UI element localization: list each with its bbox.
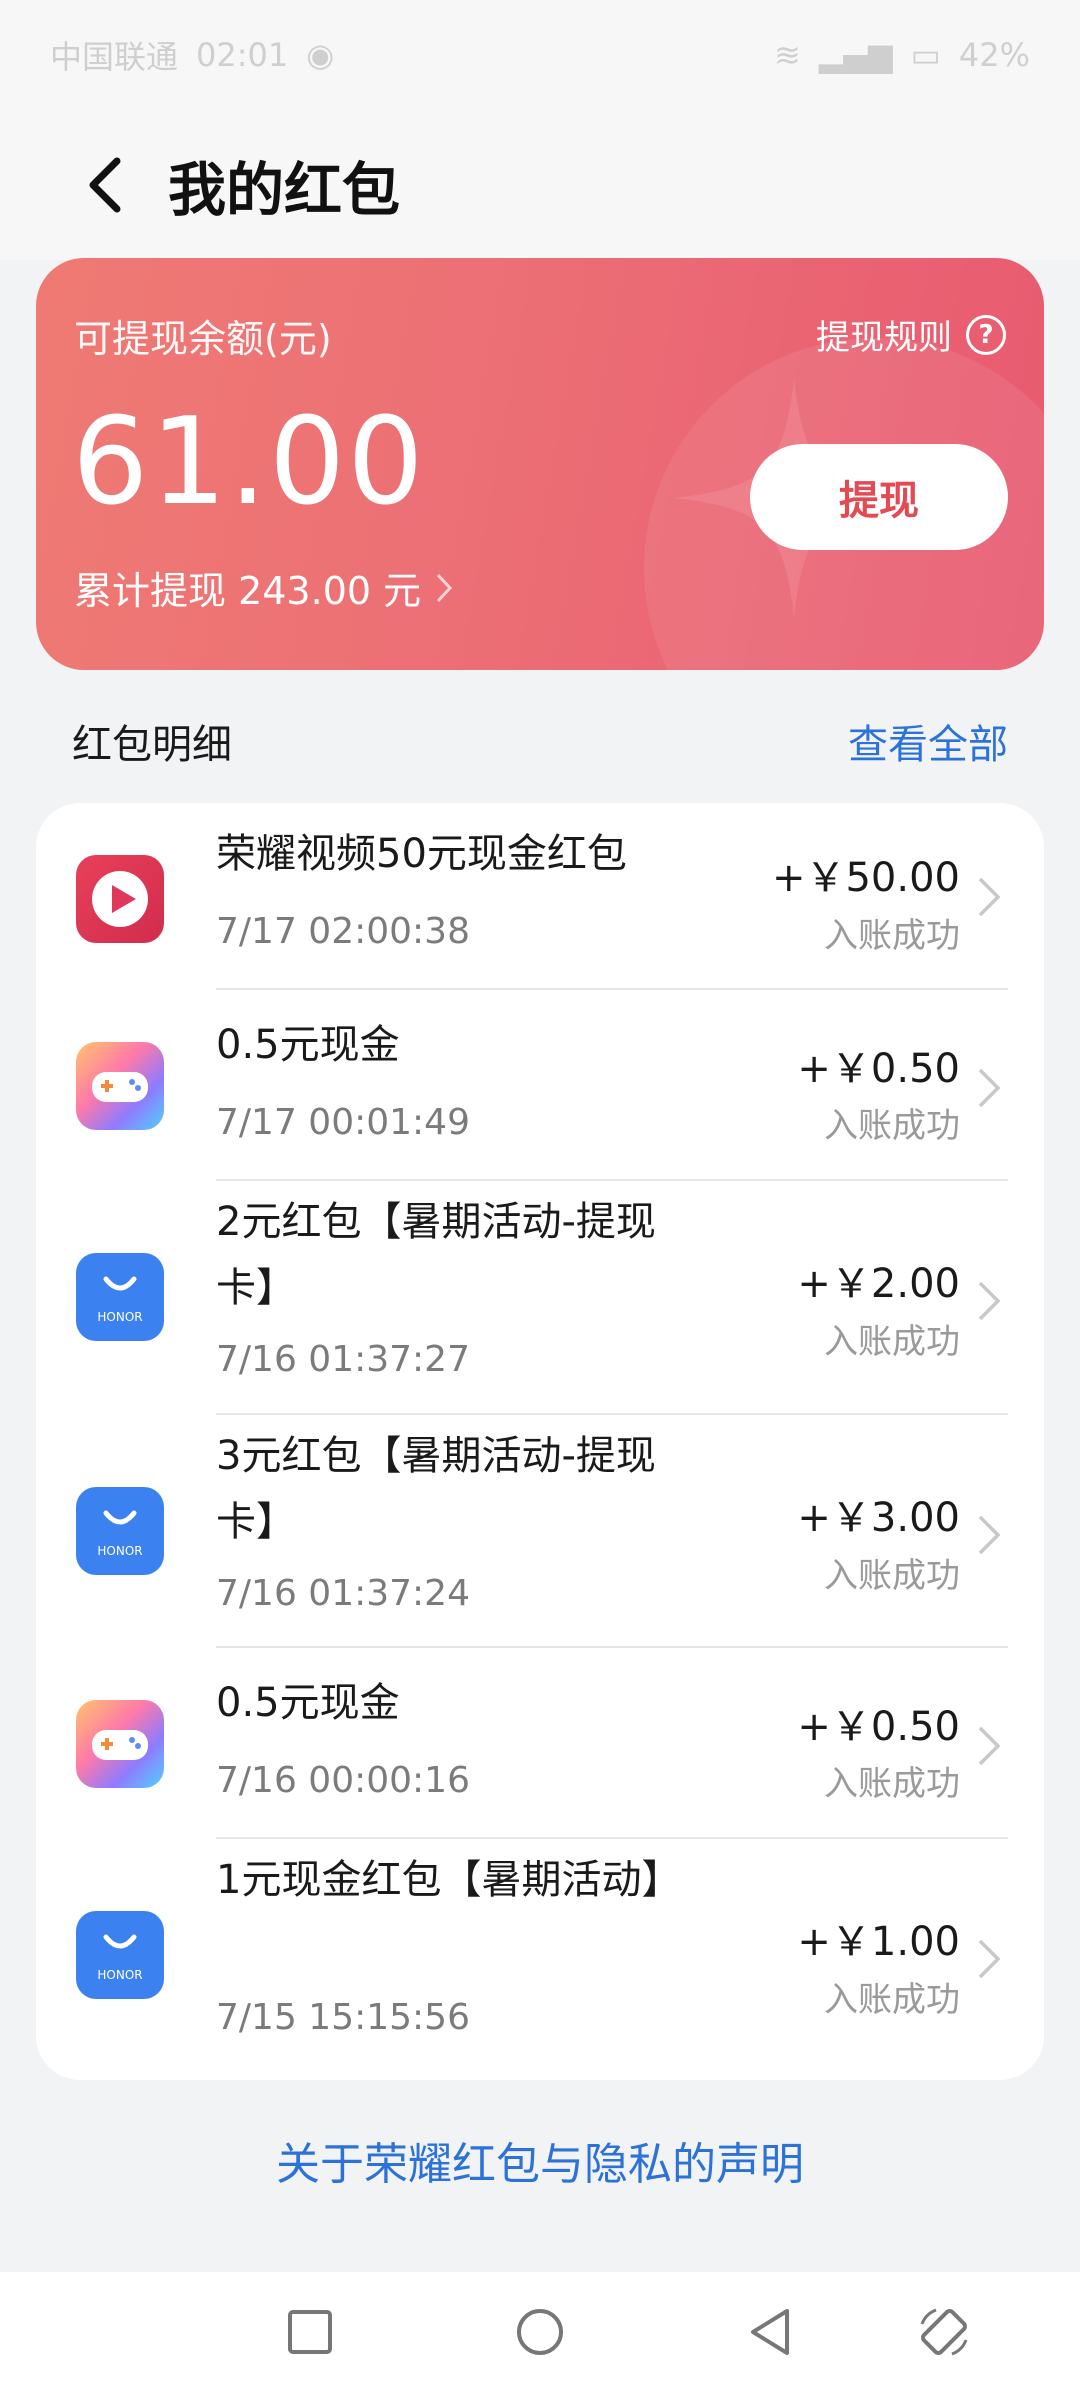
item-time: 7/16 01:37:24	[216, 1573, 470, 1614]
chevron-right-icon	[978, 877, 1001, 917]
battery-level: 42%	[958, 36, 1030, 74]
list-item[interactable]: HONOR 2元红包【暑期活动-提现卡】 7/16 01:37:27 +￥2.0…	[36, 1181, 1044, 1414]
item-title: 0.5元现金	[216, 1022, 400, 1068]
battery-icon: ▭	[910, 36, 941, 74]
item-time: 7/15 15:15:56	[216, 1997, 470, 2038]
chevron-right-icon	[978, 1939, 1001, 1979]
app-header: 我的红包	[0, 110, 1080, 260]
section-title: 红包明细	[72, 722, 232, 768]
carrier-label: 中国联通	[50, 38, 179, 76]
help-icon: ?	[966, 314, 1006, 355]
privacy-statement-link[interactable]: 关于荣耀红包与隐私的声明	[0, 2128, 1080, 2192]
transaction-list: 荣耀视频50元现金红包 7/17 02:00:38 +￥50.00 入账成功 0…	[36, 803, 1044, 2080]
item-time: 7/17 00:01:49	[216, 1102, 470, 1143]
back-nav-button[interactable]	[740, 2302, 800, 2362]
total-withdraw-label: 累计提现 243.00 元	[74, 569, 422, 613]
item-title: 2元红包【暑期活动-提现卡】	[216, 1199, 656, 1311]
svg-text:HONOR: HONOR	[97, 1310, 142, 1324]
item-status: 入账成功	[824, 1764, 960, 1804]
chevron-right-icon	[978, 1281, 1001, 1321]
video-app-icon	[76, 855, 164, 943]
item-amount: +￥3.00	[797, 1495, 960, 1541]
item-status: 入账成功	[824, 1556, 960, 1596]
game-center-icon	[76, 1700, 164, 1788]
item-time: 7/16 00:00:16	[216, 1760, 470, 1801]
item-title: 0.5元现金	[216, 1680, 400, 1726]
honor-mall-icon: HONOR	[76, 1487, 164, 1575]
back-button[interactable]	[60, 140, 150, 230]
game-center-icon	[76, 1042, 164, 1130]
list-item[interactable]: HONOR 1元现金红包【暑期活动】 7/15 15:15:56 +￥1.00 …	[36, 1839, 1044, 2079]
item-title: 1元现金红包【暑期活动】	[216, 1857, 682, 1903]
balance-label: 可提现余额(元)	[74, 317, 332, 361]
item-amount: +￥2.00	[797, 1261, 960, 1307]
item-status: 入账成功	[824, 1322, 960, 1362]
list-item[interactable]: HONOR 3元红包【暑期活动-提现卡】 7/16 01:37:24 +￥3.0…	[36, 1415, 1044, 1647]
chevron-right-icon	[437, 573, 453, 602]
withdraw-rules-label: 提现规则	[816, 318, 952, 358]
item-amount: +￥1.00	[797, 1919, 960, 1965]
page-title: 我的红包	[168, 156, 401, 224]
system-nav-bar	[0, 2272, 1080, 2388]
balance-card: 可提现余额(元) 提现规则 ? 61.00 累计提现 243.00 元 提现	[36, 258, 1044, 670]
item-amount: +￥0.50	[797, 1046, 960, 1092]
item-status: 入账成功	[824, 916, 960, 956]
total-withdraw-link[interactable]: 累计提现 243.00 元	[74, 560, 453, 615]
item-time: 7/17 02:00:38	[216, 911, 470, 952]
view-all-link[interactable]: 查看全部	[848, 712, 1008, 770]
rotate-screen-button[interactable]	[914, 2302, 974, 2362]
wifi-icon: ≋	[774, 36, 801, 74]
chevron-right-icon	[978, 1068, 1001, 1108]
signal-icon: ▂▄▆	[818, 36, 893, 74]
square-icon	[288, 2310, 332, 2354]
honor-mall-icon: HONOR	[76, 1253, 164, 1341]
list-item[interactable]: 0.5元现金 7/17 00:01:49 +￥0.50 入账成功	[36, 990, 1044, 1180]
item-title: 3元红包【暑期活动-提现卡】	[216, 1433, 656, 1545]
rotate-icon	[920, 2308, 968, 2356]
triangle-back-icon	[751, 2309, 789, 2355]
chevron-right-icon	[978, 1515, 1001, 1555]
item-amount: +￥50.00	[771, 855, 960, 901]
withdraw-rules-link[interactable]: 提现规则 ?	[816, 310, 1006, 359]
list-item[interactable]: 荣耀视频50元现金红包 7/17 02:00:38 +￥50.00 入账成功	[36, 803, 1044, 989]
circle-icon	[517, 2309, 563, 2355]
clock: 02:01	[196, 36, 289, 74]
chevron-right-icon	[978, 1726, 1001, 1766]
withdraw-button[interactable]: 提现	[750, 444, 1008, 550]
item-title: 荣耀视频50元现金红包	[216, 831, 627, 877]
honor-mall-icon: HONOR	[76, 1911, 164, 1999]
balance-amount: 61.00	[72, 393, 426, 532]
item-status: 入账成功	[824, 1980, 960, 2020]
svg-text:HONOR: HONOR	[97, 1544, 142, 1558]
list-item[interactable]: 0.5元现金 7/16 00:00:16 +￥0.50 入账成功	[36, 1648, 1044, 1838]
svg-text:HONOR: HONOR	[97, 1968, 142, 1982]
item-time: 7/16 01:37:27	[216, 1339, 470, 1380]
item-status: 入账成功	[824, 1106, 960, 1146]
back-arrow-icon	[89, 157, 121, 213]
recents-button[interactable]	[280, 2302, 340, 2362]
item-amount: +￥0.50	[797, 1704, 960, 1750]
eye-icon: ◉	[306, 36, 335, 74]
status-bar: 中国联通 02:01 ◉ ≋ ▂▄▆ ▭ 42%	[0, 0, 1080, 110]
home-button[interactable]	[510, 2302, 570, 2362]
